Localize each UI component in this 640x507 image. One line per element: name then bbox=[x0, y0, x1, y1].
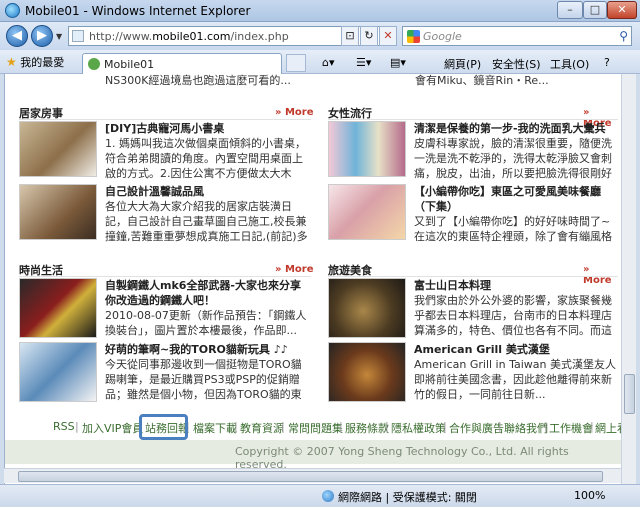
section-divider bbox=[328, 119, 618, 120]
address-toolbar: ◀ ▶ ▼ http://www.mobile01.com/index.php … bbox=[0, 22, 640, 50]
star-icon: ★ bbox=[6, 55, 17, 69]
article-thumbnail[interactable] bbox=[328, 121, 406, 177]
maximize-button[interactable]: □ bbox=[583, 1, 607, 19]
close-button[interactable]: ✕ bbox=[607, 1, 637, 19]
security-zone-text[interactable]: 網際網路 | 受保護模式: 關閉 bbox=[338, 489, 477, 505]
more-link[interactable]: » More bbox=[275, 264, 313, 275]
ie-logo-icon bbox=[5, 3, 20, 18]
footer-link-privacy[interactable]: 隱私權政策 bbox=[391, 420, 446, 436]
status-bar: 網際網路 | 受保護模式: 關閉 100% bbox=[0, 484, 640, 507]
article-thumbnail[interactable] bbox=[19, 184, 97, 240]
google-logo-icon bbox=[407, 30, 420, 43]
page-favicon-icon bbox=[72, 30, 84, 42]
article-title[interactable]: 【小編帶你吃】東區之可愛風美味餐廳（下集） bbox=[414, 184, 618, 214]
article-thumbnail[interactable] bbox=[19, 342, 97, 402]
zoom-level[interactable]: 100% bbox=[574, 489, 605, 502]
internet-zone-icon bbox=[322, 490, 334, 502]
recent-pages-dropdown-icon[interactable]: ▼ bbox=[56, 32, 62, 41]
stop-icon[interactable]: ✕ bbox=[379, 26, 397, 46]
favorites-button[interactable]: ★ 我的最愛 bbox=[6, 54, 64, 70]
page-viewport: NS300K經過境島也跑過這麼可看的... 會有Miku、鏡音Rin・Re...… bbox=[4, 74, 621, 484]
article-thumbnail[interactable] bbox=[328, 342, 406, 402]
article-thumbnail[interactable] bbox=[19, 278, 97, 338]
tab-label: Mobile01 bbox=[104, 58, 155, 71]
article-title[interactable]: American Grill 美式漢堡 bbox=[414, 342, 618, 357]
tools-menu[interactable]: 工具(O) bbox=[550, 56, 589, 72]
top-strip: NS300K經過境島也跑過這麼可看的... 會有Miku、鏡音Rin・Re... bbox=[5, 74, 621, 88]
highlight-box bbox=[139, 414, 188, 440]
new-tab-button[interactable] bbox=[286, 54, 306, 72]
forward-button[interactable]: ▶ bbox=[31, 25, 53, 47]
search-icon[interactable]: ⚲ bbox=[619, 29, 628, 43]
top-strip-right[interactable]: 會有Miku、鏡音Rin・Re... bbox=[415, 74, 549, 88]
article-excerpt: 1. 媽媽叫我這次做個桌面傾斜的小書桌，符合弟弟閱讀的角度。內置空間用桌面上啟的… bbox=[105, 137, 306, 180]
article-excerpt: 今天從同事那邊收到一個挺物是TORO貓踢喇筆，是最近購買PS3或PSP的促銷贈品… bbox=[105, 358, 302, 401]
horizontal-scroll-thumb[interactable] bbox=[18, 471, 603, 482]
article-thumbnail[interactable] bbox=[328, 184, 406, 240]
top-strip-left[interactable]: NS300K經過境島也跑過這麼可看的... bbox=[105, 74, 291, 88]
footer-link-faq[interactable]: 常問問題集 bbox=[288, 420, 343, 436]
article-excerpt: 各位大大為大家介紹我的居家店裝潢日記，自己設計自己畫草圖自己施工,校長兼撞鐘,苦… bbox=[105, 200, 308, 243]
footer-link-online[interactable]: 網上看 bbox=[595, 420, 621, 436]
copyright-bar: Copyright © 2007 Yong Sheng Technology C… bbox=[5, 440, 621, 471]
article-excerpt: 又到了【小編帶你吃】的好好味時間了~在這次的東區特企裡頭，除了會有繃風格的餐廳、… bbox=[414, 215, 612, 243]
minimize-button[interactable]: – bbox=[557, 1, 583, 19]
tab-mobile01[interactable]: Mobile01 bbox=[82, 53, 282, 74]
vertical-scroll-thumb[interactable] bbox=[624, 374, 635, 414]
article-excerpt: American Grill in Taiwan 美式漢堡友人即將前往美國念書，… bbox=[414, 358, 616, 401]
help-menu[interactable]: ? bbox=[604, 56, 610, 69]
article-thumbnail[interactable] bbox=[328, 278, 406, 338]
home-icon[interactable]: ⌂▾ bbox=[322, 56, 335, 69]
footer-link-advertising[interactable]: 合作與廣告 bbox=[449, 420, 504, 436]
article-title[interactable]: 自製鋼鐵人mk6全部武器-大家也來分享你改造過的鋼鐵人吧！ bbox=[105, 278, 309, 308]
back-button[interactable]: ◀ bbox=[6, 25, 28, 47]
article-title[interactable]: 好萌的筆啊~我的TORO貓新玩具 ♪♪ bbox=[105, 342, 309, 357]
tab-favicon-icon bbox=[88, 58, 100, 70]
section-divider bbox=[19, 119, 311, 120]
footer-links: RSS | 加入VIP會員 | 站務回報 | 檔案下載 | 教育資源 | 常問問… bbox=[5, 420, 621, 438]
footer-link-download[interactable]: 檔案下載 bbox=[193, 420, 237, 436]
more-link[interactable]: » More bbox=[275, 107, 313, 118]
window-title: Mobile01 - Windows Internet Explorer bbox=[25, 4, 251, 18]
footer-link-contact[interactable]: 聯絡我們 bbox=[504, 420, 548, 436]
feeds-icon[interactable]: ☰▾ bbox=[356, 56, 371, 69]
title-bar: Mobile01 - Windows Internet Explorer – □… bbox=[0, 0, 640, 22]
article-excerpt: 我們家由於外公外婆的影響，家族聚餐幾乎都去日本料理店，台南市的日本料理店算滿多的… bbox=[414, 294, 612, 337]
section-divider bbox=[328, 276, 618, 277]
address-url[interactable]: http://www.mobile01.com/index.php bbox=[89, 30, 289, 43]
page-menu[interactable]: 網頁(P) bbox=[444, 56, 481, 72]
footer-link-jobs[interactable]: 工作機會 bbox=[549, 420, 593, 436]
search-box[interactable]: Google ⚲ bbox=[402, 26, 632, 46]
refresh-icon[interactable]: ↻ bbox=[360, 26, 378, 46]
footer-link-terms[interactable]: 服務條款 bbox=[345, 420, 389, 436]
safety-menu[interactable]: 安全性(S) bbox=[492, 56, 541, 72]
horizontal-scrollbar[interactable] bbox=[4, 468, 621, 483]
article-excerpt: 2010-08-07更新（新作品預告：「鋼鐵人換裝台」，圖片置於本樓最後，作品即… bbox=[105, 309, 307, 337]
section-divider bbox=[19, 276, 311, 277]
article-title[interactable]: [DIY]古典寵河馬小書桌 bbox=[105, 121, 305, 136]
compat-view-icon[interactable]: ⊡ bbox=[341, 26, 359, 46]
footer-link-education[interactable]: 教育資源 bbox=[240, 420, 284, 436]
article-excerpt: 皮膚科專家說，臉的清潔很重要，隨便洗一洗是洗不乾淨的，洗得太乾淨臉又會刺痛，脫皮… bbox=[414, 137, 612, 180]
article-thumbnail[interactable] bbox=[19, 121, 97, 177]
vertical-scrollbar[interactable] bbox=[621, 74, 636, 484]
article-title[interactable]: 富士山日本料理 bbox=[414, 278, 618, 293]
command-bar: ★ 我的最愛 Mobile01 ⌂▾ ☰▾ ▤▾ 網頁(P) 安全性(S) 工具… bbox=[0, 50, 640, 74]
print-icon[interactable]: ▤▾ bbox=[390, 56, 406, 69]
footer-link-rss[interactable]: RSS bbox=[53, 420, 75, 433]
article-title[interactable]: 清潔是保養的第一步-我的洗面乳大彙兵 bbox=[414, 121, 618, 136]
footer-link-vip[interactable]: 加入VIP會員 bbox=[82, 420, 143, 436]
search-placeholder[interactable]: Google bbox=[423, 30, 462, 43]
article-title[interactable]: 自己設計溫馨誠品風 bbox=[105, 184, 305, 199]
